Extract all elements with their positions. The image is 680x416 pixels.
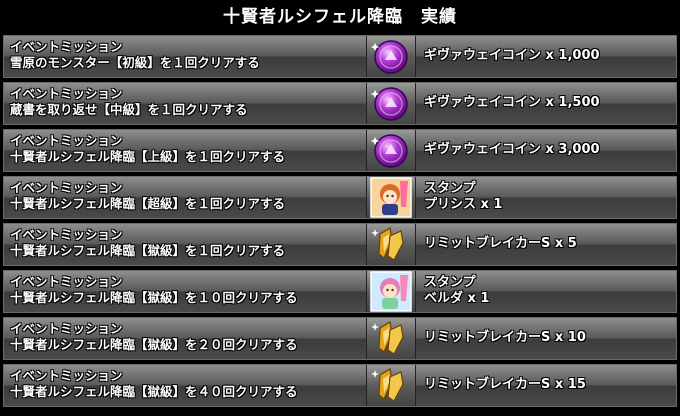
reward-icon-box bbox=[366, 271, 416, 312]
mission-description: 十賢者ルシフェル降臨【獄級】を２０回クリアする bbox=[10, 337, 298, 352]
reward-line: ベルダ x 1 bbox=[424, 291, 490, 306]
mission-description: 十賢者ルシフェル降臨【超級】を１回クリアする bbox=[10, 196, 286, 211]
achievement-row: イベントミッション 十賢者ルシフェル降臨【超級】を１回クリアする スタンプ プリシ… bbox=[3, 176, 677, 219]
mission-category: イベントミッション bbox=[10, 39, 123, 54]
reward-text: リミットブレイカーS x 5 bbox=[424, 236, 577, 252]
mission-text: イベントミッション 十賢者ルシフェル降臨【獄級】を１０回クリアする bbox=[10, 274, 360, 306]
reward-text: ギヴァウェイコイン x 1,500 bbox=[424, 95, 600, 111]
mission-text: イベントミッション 十賢者ルシフェル降臨【超級】を１回クリアする bbox=[10, 180, 360, 212]
reward-icon-box bbox=[366, 36, 416, 77]
reward-line: リミットブレイカーS x 15 bbox=[424, 377, 586, 392]
mission-category: イベントミッション bbox=[10, 321, 123, 336]
mission-text: イベントミッション 雪原のモンスター【初級】を１回クリアする bbox=[10, 39, 360, 71]
reward-text: スタンプ ベルダ x 1 bbox=[424, 275, 489, 307]
mission-category: イベントミッション bbox=[10, 133, 123, 148]
mission-description: 雪原のモンスター【初級】を１回クリアする bbox=[10, 55, 260, 70]
reward-line: スタンプ bbox=[424, 181, 476, 196]
mission-category: イベントミッション bbox=[10, 180, 123, 195]
achievement-row: イベントミッション 雪原のモンスター【初級】を１回クリアする ギヴァウェイコイン… bbox=[3, 35, 677, 78]
achievement-row: イベントミッション 蔵書を取り返せ【中級】を１回クリアする ギヴァウェイコイン … bbox=[3, 82, 677, 125]
mission-category: イベントミッション bbox=[10, 274, 123, 289]
mission-description: 十賢者ルシフェル降臨【獄級】を４０回クリアする bbox=[10, 384, 298, 399]
reward-line: スタンプ bbox=[424, 275, 476, 290]
reward-icon-box bbox=[366, 130, 416, 171]
achievement-panel: 十賢者ルシフェル降臨 実績 イベントミッション 雪原のモンスター【初級】を１回ク… bbox=[0, 0, 680, 416]
reward-icon-box bbox=[366, 224, 416, 265]
reward-text: スタンプ プリシス x 1 bbox=[424, 181, 502, 213]
mission-description: 十賢者ルシフェル降臨【獄級】を１０回クリアする bbox=[10, 290, 298, 305]
achievement-row: イベントミッション 十賢者ルシフェル降臨【獄級】を４０回クリアする リミットブレ… bbox=[3, 364, 677, 407]
mission-text: イベントミッション 十賢者ルシフェル降臨【獄級】を１回クリアする bbox=[10, 227, 360, 259]
reward-icon-box bbox=[366, 318, 416, 359]
achievement-row: イベントミッション 十賢者ルシフェル降臨【上級】を１回クリアする ギヴァウェイコ… bbox=[3, 129, 677, 172]
reward-text: リミットブレイカーS x 15 bbox=[424, 377, 586, 393]
page-title: 十賢者ルシフェル降臨 実績 bbox=[223, 7, 457, 27]
reward-text: リミットブレイカーS x 10 bbox=[424, 330, 586, 346]
achievement-row: イベントミッション 十賢者ルシフェル降臨【獄級】を１回クリアする リミットブレイ… bbox=[3, 223, 677, 266]
reward-line: ギヴァウェイコイン x 1,500 bbox=[424, 95, 600, 110]
mission-category: イベントミッション bbox=[10, 368, 123, 383]
mission-description: 十賢者ルシフェル降臨【上級】を１回クリアする bbox=[10, 149, 286, 164]
reward-line: ギヴァウェイコイン x 1,000 bbox=[424, 48, 600, 63]
reward-line: リミットブレイカーS x 10 bbox=[424, 330, 586, 345]
mission-text: イベントミッション 十賢者ルシフェル降臨【獄級】を２０回クリアする bbox=[10, 321, 360, 353]
mission-category: イベントミッション bbox=[10, 227, 123, 242]
reward-text: ギヴァウェイコイン x 1,000 bbox=[424, 48, 600, 64]
mission-text: イベントミッション 十賢者ルシフェル降臨【獄級】を４０回クリアする bbox=[10, 368, 360, 400]
reward-icon-box bbox=[366, 365, 416, 406]
reward-text: ギヴァウェイコイン x 3,000 bbox=[424, 142, 600, 158]
mission-description: 蔵書を取り返せ【中級】を１回クリアする bbox=[10, 102, 248, 117]
mission-description: 十賢者ルシフェル降臨【獄級】を１回クリアする bbox=[10, 243, 286, 258]
reward-line: プリシス x 1 bbox=[424, 197, 503, 212]
achievement-row: イベントミッション 十賢者ルシフェル降臨【獄級】を２０回クリアする リミットブレ… bbox=[3, 317, 677, 360]
reward-line: リミットブレイカーS x 5 bbox=[424, 236, 577, 251]
achievement-row: イベントミッション 十賢者ルシフェル降臨【獄級】を１０回クリアする スタンプ ベル… bbox=[3, 270, 677, 313]
mission-text: イベントミッション 蔵書を取り返せ【中級】を１回クリアする bbox=[10, 86, 360, 118]
achievement-list: イベントミッション 雪原のモンスター【初級】を１回クリアする ギヴァウェイコイン… bbox=[3, 35, 677, 411]
mission-text: イベントミッション 十賢者ルシフェル降臨【上級】を１回クリアする bbox=[10, 133, 360, 165]
reward-icon-box bbox=[366, 177, 416, 218]
reward-icon-box bbox=[366, 83, 416, 124]
mission-category: イベントミッション bbox=[10, 86, 123, 101]
reward-line: ギヴァウェイコイン x 3,000 bbox=[424, 142, 600, 157]
